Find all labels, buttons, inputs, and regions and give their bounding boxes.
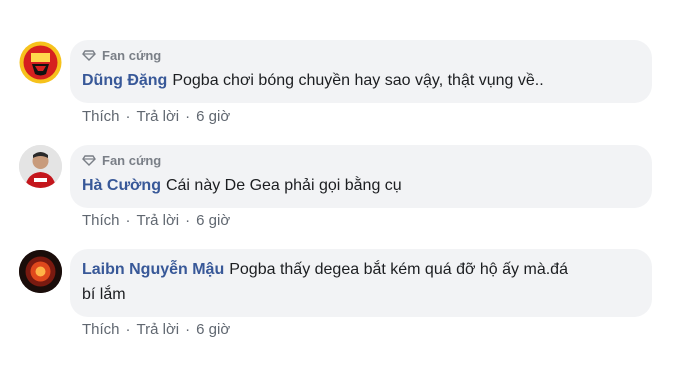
separator-dot: · — [185, 212, 191, 229]
user-photo-icon — [19, 145, 62, 188]
separator-dot: · — [185, 321, 191, 338]
comment-text: Dũng Đặng Pogba chơi bóng chuyền hay sao … — [82, 70, 638, 92]
comment-text-line-2: bí lắm — [82, 284, 638, 306]
timestamp-link[interactable]: 6 giờ — [196, 108, 230, 125]
separator-dot: · — [185, 108, 191, 125]
comment-body: Cái này De Gea phải gọi bằng cụ — [165, 177, 402, 194]
fan-badge[interactable]: Fan cứng — [82, 48, 161, 63]
comment-actions: Thích · Trả lời · 6 giờ — [82, 108, 230, 125]
like-link[interactable]: Thích — [82, 212, 120, 229]
comment-bubble: Fan cứng Dũng Đặng Pogba chơi bóng chuyền… — [70, 40, 652, 103]
author-name[interactable]: Hà Cường — [82, 177, 161, 194]
fan-badge[interactable]: Fan cứng — [82, 153, 161, 168]
like-link[interactable]: Thích — [82, 108, 120, 125]
comment-body: Pogba thấy degea bắt kém quá đỡ hộ ấy mà… — [229, 261, 568, 278]
avatar[interactable] — [19, 41, 62, 84]
reply-link[interactable]: Trả lời — [137, 108, 180, 125]
separator-dot: · — [125, 212, 131, 229]
comment-bubble: Laibn Nguyễn Mậu Pogba thấy degea bắt kém… — [70, 249, 652, 317]
comment-text: Hà Cường Cái này De Gea phải gọi bằng cụ — [82, 175, 638, 197]
separator-dot: · — [125, 108, 131, 125]
comment-actions: Thích · Trả lời · 6 giờ — [82, 321, 230, 338]
comment-body-continued: bí lắm — [82, 286, 126, 303]
reply-link[interactable]: Trả lời — [137, 321, 180, 338]
author-name[interactable]: Dũng Đặng — [82, 72, 167, 89]
reply-link[interactable]: Trả lời — [137, 212, 180, 229]
timestamp-link[interactable]: 6 giờ — [196, 321, 230, 338]
avatar[interactable] — [19, 250, 62, 293]
comment-text-line-1: Laibn Nguyễn Mậu Pogba thấy degea bắt kém… — [82, 259, 638, 281]
timestamp-link[interactable]: 6 giờ — [196, 212, 230, 229]
badge-label: Fan cứng — [102, 48, 162, 63]
comment-bubble: Fan cứng Hà Cường Cái này De Gea phải gọi… — [70, 145, 652, 208]
author-name[interactable]: Laibn Nguyễn Mậu — [82, 261, 224, 278]
comment-body: Pogba chơi bóng chuyền hay sao vậy, thật… — [172, 72, 544, 89]
diamond-icon — [82, 50, 96, 61]
diamond-icon — [82, 155, 96, 166]
manchester-united-crest-icon — [19, 41, 62, 84]
comment-actions: Thích · Trả lời · 6 giờ — [82, 212, 230, 229]
red-devil-logo-icon — [19, 250, 62, 293]
separator-dot: · — [125, 321, 131, 338]
badge-label: Fan cứng — [102, 153, 162, 168]
like-link[interactable]: Thích — [82, 321, 120, 338]
avatar[interactable] — [19, 145, 62, 188]
